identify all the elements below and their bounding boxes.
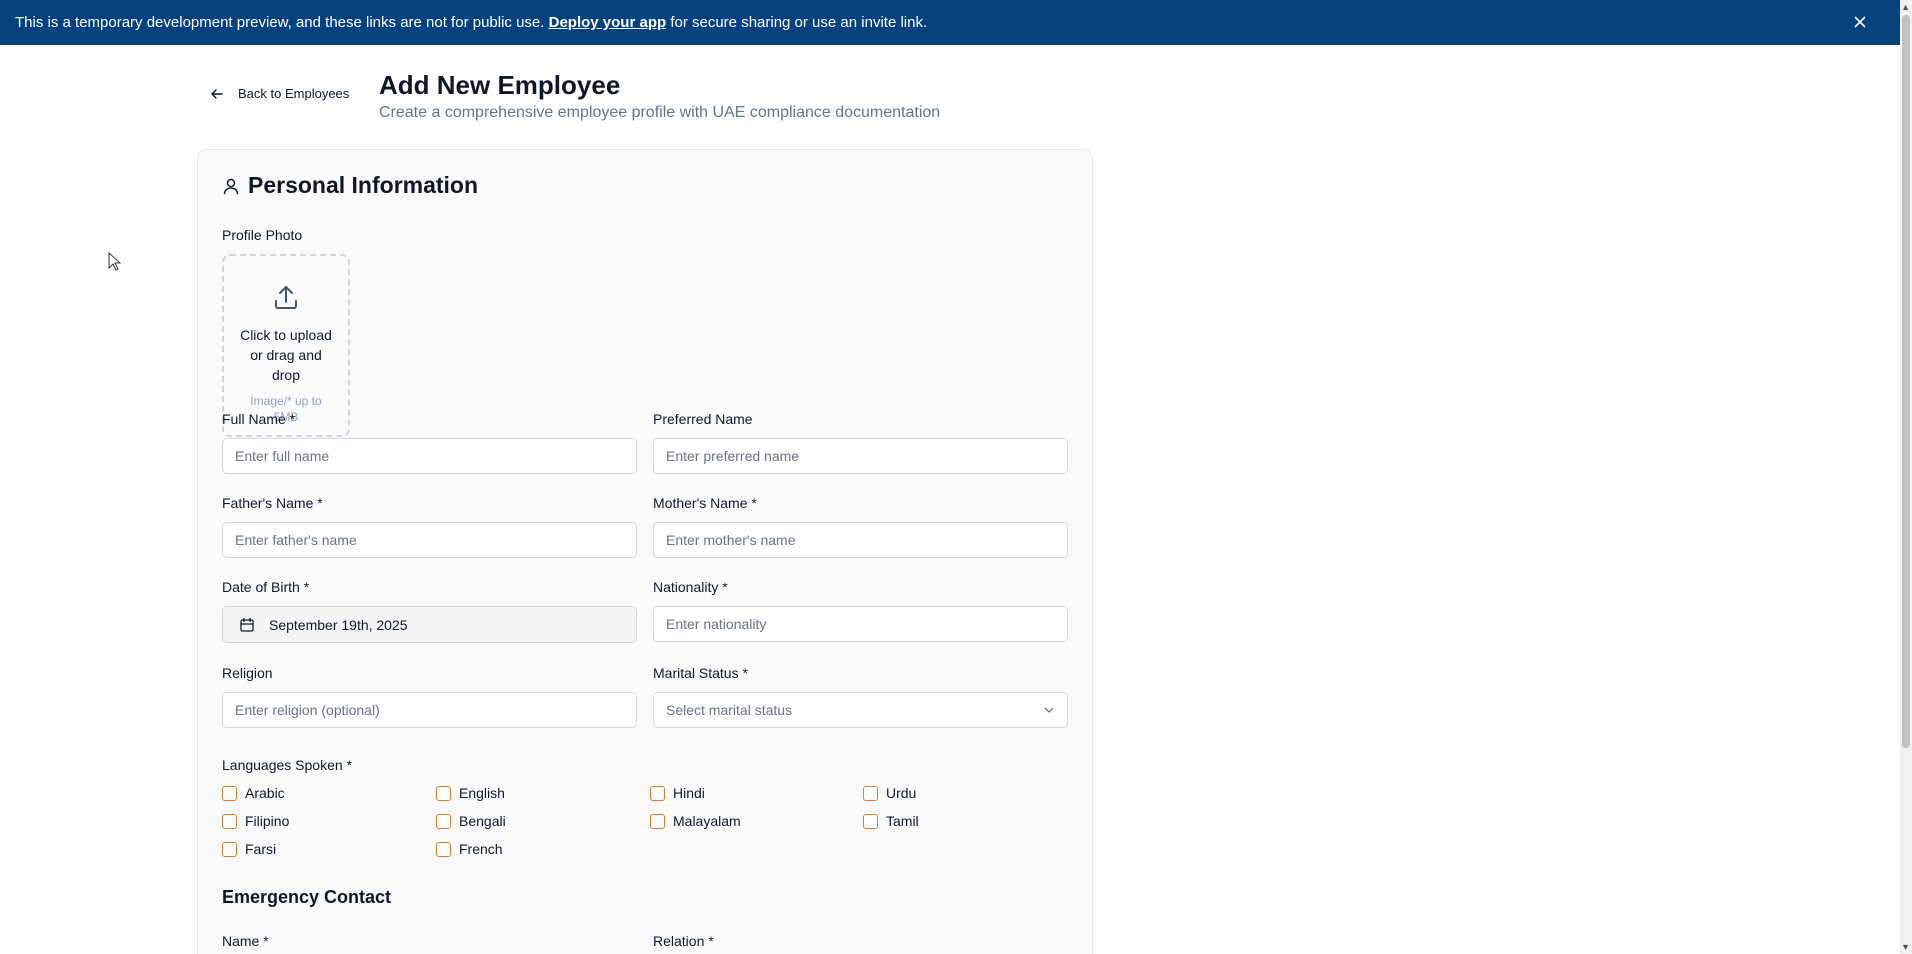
checkbox[interactable]: [436, 785, 451, 801]
checkbox[interactable]: [222, 813, 237, 829]
language-option-filipino[interactable]: Filipino: [222, 813, 289, 829]
page-subtitle: Create a comprehensive employee profile …: [379, 104, 941, 121]
banner-text: This is a temporary development preview,…: [15, 14, 928, 31]
language-option-french[interactable]: French: [436, 841, 503, 857]
language-option-urdu[interactable]: Urdu: [863, 785, 916, 801]
emergency-relation-label: Relation *: [653, 933, 714, 949]
scrollbar[interactable]: ▲ ▼: [1900, 0, 1912, 954]
page-title: Add New Employee: [379, 70, 621, 100]
father-name-input[interactable]: [222, 522, 637, 558]
arrow-left-icon: [211, 88, 223, 99]
checkbox[interactable]: [650, 813, 665, 829]
language-option-farsi[interactable]: Farsi: [222, 841, 276, 857]
profile-photo-label: Profile Photo: [222, 227, 303, 243]
marital-status-placeholder: Select marital status: [666, 702, 793, 718]
scroll-down-icon[interactable]: ▼: [1901, 942, 1910, 952]
mother-name-input[interactable]: [653, 522, 1068, 558]
nationality-label: Nationality *: [653, 579, 728, 595]
profile-photo-dropzone[interactable]: Click to upload or drag and drop Image/*…: [222, 254, 350, 437]
checkbox[interactable]: [222, 785, 237, 801]
dob-value: September 19th, 2025: [269, 616, 408, 633]
dob-picker[interactable]: September 19th, 2025: [222, 606, 637, 643]
full-name-input[interactable]: [222, 438, 637, 474]
language-option-tamil[interactable]: Tamil: [863, 813, 919, 829]
section-title-personal: Personal Information: [222, 172, 478, 199]
preferred-name-input[interactable]: [653, 438, 1068, 474]
close-icon[interactable]: [1850, 12, 1870, 32]
back-to-employees-button[interactable]: Back to Employees: [210, 86, 349, 101]
languages-label: Languages Spoken *: [222, 757, 352, 773]
deploy-app-link[interactable]: Deploy your app: [549, 14, 667, 31]
upload-text: Click to upload or drag and drop: [240, 327, 332, 383]
religion-label: Religion: [222, 665, 273, 681]
language-option-arabic[interactable]: Arabic: [222, 785, 285, 801]
chevron-down-icon: [1044, 707, 1054, 713]
dev-preview-banner: This is a temporary development preview,…: [0, 0, 1900, 45]
checkbox[interactable]: [222, 841, 237, 857]
checkbox[interactable]: [650, 785, 665, 801]
emergency-name-label: Name *: [222, 933, 269, 949]
mouse-cursor-icon: [108, 252, 122, 271]
checkbox[interactable]: [863, 785, 878, 801]
dob-label: Date of Birth *: [222, 579, 310, 595]
back-label: Back to Employees: [238, 86, 350, 101]
preferred-name-label: Preferred Name: [653, 411, 753, 427]
language-option-bengali[interactable]: Bengali: [436, 813, 506, 829]
checkbox[interactable]: [863, 813, 878, 829]
checkbox[interactable]: [436, 813, 451, 829]
marital-status-label: Marital Status *: [653, 665, 748, 681]
mother-name-label: Mother's Name *: [653, 495, 757, 511]
language-option-english[interactable]: English: [436, 785, 505, 801]
checkbox[interactable]: [436, 841, 451, 857]
calendar-icon: [240, 617, 254, 632]
user-icon: [223, 178, 239, 194]
religion-input[interactable]: [222, 692, 637, 728]
upload-icon: [275, 286, 297, 309]
marital-status-select[interactable]: Select marital status: [653, 692, 1068, 728]
nationality-input[interactable]: [653, 606, 1068, 642]
father-name-label: Father's Name *: [222, 495, 323, 511]
scroll-up-icon[interactable]: ▲: [1901, 2, 1910, 12]
language-option-malayalam[interactable]: Malayalam: [650, 813, 741, 829]
scrollbar-thumb[interactable]: [1902, 15, 1910, 748]
emergency-contact-title: Emergency Contact: [222, 887, 392, 907]
full-name-label: Full Name *: [222, 411, 296, 427]
language-option-hindi[interactable]: Hindi: [650, 785, 705, 801]
